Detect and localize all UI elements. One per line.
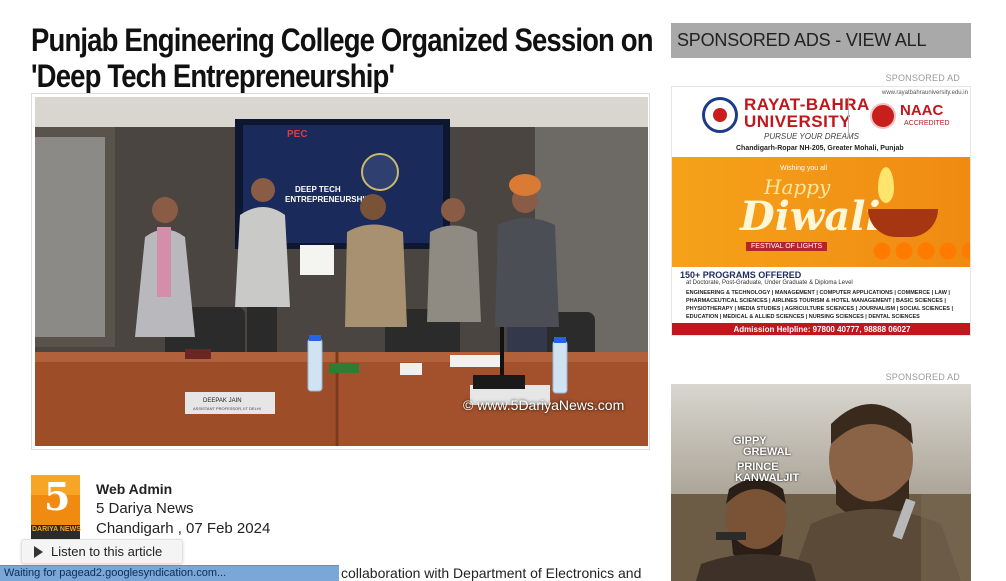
flame-icon (878, 167, 894, 203)
ad1-levels: at Doctorate, Post-Graduate, Under Gradu… (686, 280, 853, 286)
ad1-naac-sub: ACCREDITED (904, 120, 950, 127)
author-name[interactable]: Web Admin (96, 481, 172, 497)
ad1-courses: ENGINEERING & TECHNOLOGY | MANAGEMENT | … (686, 290, 954, 320)
ad1-url: www.rayatbahrauniversity.edu.in (882, 90, 968, 96)
ad1-header: www.rayatbahrauniversity.edu.in RAYAT-BA… (672, 87, 970, 157)
ad1-programs-title: 150+ PROGRAMS OFFERED (680, 270, 802, 280)
author-organization: 5 Dariya News (96, 500, 194, 517)
ad1-university-line2: UNIVERSITY (744, 112, 852, 131)
svg-text:DEEP TECH: DEEP TECH (295, 185, 341, 194)
listen-label: Listen to this article (51, 544, 163, 559)
play-icon (34, 545, 43, 558)
movie-poster-ad[interactable]: GIPPY GREWAL PRINCE KANWALJIT (671, 384, 971, 581)
article-image-frame: PEC DEEP TECH ENTREPRENEURSHIP DEEPAK JA… (31, 93, 650, 450)
publisher-logo-text: DARIYA NEWS (32, 526, 81, 533)
naac-badge-icon (870, 103, 896, 129)
sponsored-ads-view-all-link[interactable]: SPONSORED ADS - VIEW ALL (671, 23, 971, 58)
sponsored-ad-label-2: SPONSORED AD (885, 372, 960, 382)
ad2-actor1-last: GREWAL (743, 446, 792, 458)
ad1-address: Chandigarh-Ropar NH-205, Greater Mohali,… (736, 145, 904, 152)
ad1-programs: 150+ PROGRAMS OFFERED at Doctorate, Post… (672, 267, 970, 335)
article-image[interactable]: PEC DEEP TECH ENTREPRENEURSHIP DEEPAK JA… (35, 97, 648, 446)
university-logo-icon (702, 97, 738, 133)
ad1-festival: FESTIVAL OF LIGHTS (746, 242, 828, 251)
sponsored-ad-label: SPONSORED AD (885, 73, 960, 83)
movie-poster-illustration (671, 384, 971, 581)
publisher-logo[interactable]: 5 DARIYA NEWS (31, 474, 81, 539)
article-title: Punjab Engineering College Organized Ses… (31, 22, 654, 94)
image-watermark: © www.5DariyaNews.com (463, 397, 625, 413)
ad1-naac: NAAC (900, 102, 944, 119)
article-body-text: collaboration with Department of Electro… (341, 565, 642, 581)
svg-text:ASSISTANT PROFESSOR, IIT DELHI: ASSISTANT PROFESSOR, IIT DELHI (193, 406, 261, 411)
listen-to-article-button[interactable]: Listen to this article (21, 539, 183, 564)
article-dateline: Chandigarh , 07 Feb 2024 (96, 520, 271, 537)
ad1-divider (848, 97, 849, 137)
svg-text:DEEPAK JAIN: DEEPAK JAIN (203, 398, 242, 404)
ad1-diwali-banner: Wishing you all Happy Diwali FESTIVAL OF… (672, 157, 970, 267)
rayat-bahra-ad[interactable]: www.rayatbahrauniversity.edu.in RAYAT-BA… (671, 86, 971, 336)
event-photo-illustration: PEC DEEP TECH ENTREPRENEURSHIP DEEPAK JA… (35, 97, 648, 446)
ad1-tagline: PURSUE YOUR DREAMS (764, 132, 859, 141)
svg-text:ENTREPRENEURSHIP: ENTREPRENEURSHIP (285, 195, 371, 204)
ad2-actor2-last: KANWALJIT (735, 472, 800, 484)
svg-text:PEC: PEC (287, 129, 308, 140)
ad1-diwali: Diwali (740, 193, 881, 240)
ad1-wishing: Wishing you all (780, 165, 828, 172)
publisher-logo-digit: 5 (44, 474, 71, 519)
marigold-flowers-icon (872, 241, 970, 261)
browser-status-bar: Waiting for pagead2.googlesyndication.co… (0, 565, 339, 581)
ad1-helpline: Admission Helpline: 97800 40777, 98888 0… (672, 323, 970, 335)
